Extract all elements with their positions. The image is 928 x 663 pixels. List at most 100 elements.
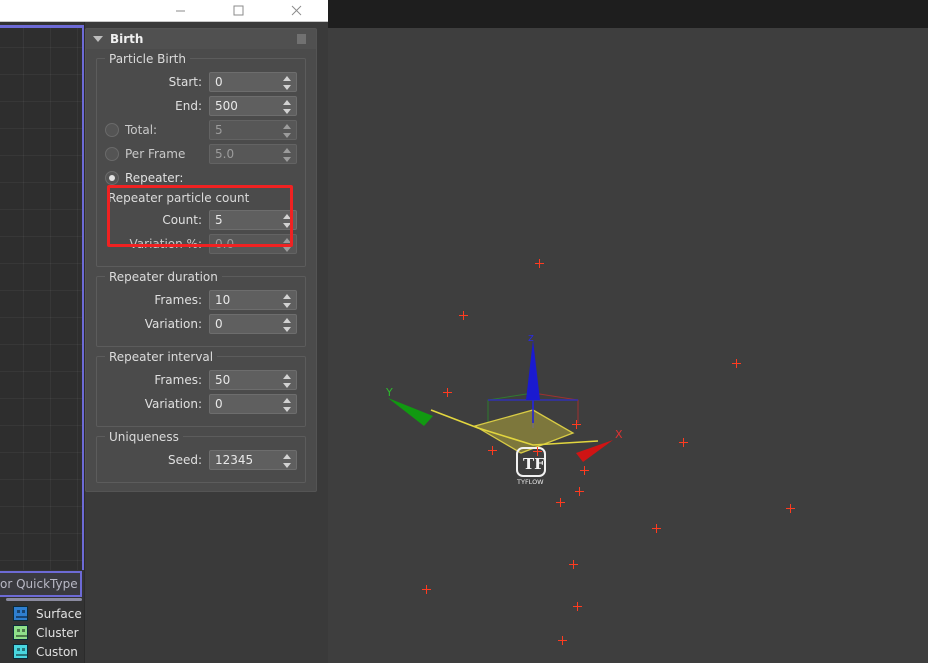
grip-dots-icon[interactable]: [297, 34, 306, 44]
spinner-field[interactable]: 5: [209, 210, 297, 230]
minimize-icon[interactable]: [157, 0, 203, 21]
operator-list-item[interactable]: Custon: [0, 642, 84, 661]
spinner-value: 0: [215, 397, 223, 411]
spinner-field[interactable]: 50: [209, 370, 297, 390]
window-title-bar: [0, 0, 328, 22]
operator-label: Custon: [36, 644, 78, 659]
parameter-row: Seed: 12345: [105, 449, 297, 471]
quicktype-hint: or QuickType: [0, 571, 82, 597]
group-uniqueness: Uniqueness Seed: 12345: [96, 430, 306, 483]
spinner-value: 50: [215, 373, 231, 387]
parameter-row: Frames: 10: [105, 289, 297, 311]
triangle-down-icon[interactable]: [93, 36, 103, 42]
rollout-groups: Particle Birth Start: 0 End: 500 Total: 5 Per F…: [86, 52, 316, 483]
spinner-value: 500: [215, 99, 238, 113]
radio-button[interactable]: [105, 147, 119, 161]
operator-list-item[interactable]: Surface: [0, 604, 84, 623]
group-repeater_duration: Repeater duration Frames: 10 Variation: 0: [96, 270, 306, 347]
svg-text:TYFLOW: TYFLOW: [516, 478, 544, 486]
spinner-arrows-icon[interactable]: [283, 374, 291, 388]
parameter-label: Per Frame: [125, 147, 186, 161]
rollout-header[interactable]: Birth: [86, 29, 316, 49]
parameter-row: Start: 0: [105, 71, 297, 93]
axis-gizmo: z Y X TF TYFLOW: [385, 331, 623, 486]
operator-label: Cluster: [36, 625, 79, 640]
spinner-field[interactable]: 0: [209, 72, 297, 92]
sub-section-label: Repeater particle count: [108, 191, 250, 205]
parameter-label: Count:: [162, 213, 202, 227]
spinner-value: 0: [215, 317, 223, 331]
spinner-value: 0.0: [215, 237, 235, 251]
spinner-value: 10: [215, 293, 231, 307]
spinner-arrows-icon[interactable]: [283, 398, 291, 412]
operator-list-item[interactable]: Cluster: [0, 623, 84, 642]
svg-text:X: X: [615, 428, 623, 441]
parameter-label: Seed:: [167, 453, 202, 467]
spinner-field[interactable]: 10: [209, 290, 297, 310]
spinner-field[interactable]: 5.0: [209, 144, 297, 164]
radio-button[interactable]: [105, 171, 119, 185]
group-label: Particle Birth: [105, 52, 190, 66]
parameter-label: Variation %:: [129, 237, 203, 251]
group-repeater_interval: Repeater interval Frames: 50 Variation: 0: [96, 350, 306, 427]
group-label: Uniqueness: [105, 430, 183, 444]
maximize-icon[interactable]: [215, 0, 261, 21]
parameter-row: Frames: 50: [105, 369, 297, 391]
birth-rollout: Birth Particle Birth Start: 0 End: 500 Total:…: [85, 28, 317, 492]
parameter-label: Start:: [168, 75, 202, 89]
parameter-row: Per Frame 5.0: [105, 143, 297, 165]
viewport[interactable]: z Y X TF TYFLOW: [328, 0, 928, 663]
svg-text:z: z: [528, 331, 534, 344]
spinner-arrows-icon[interactable]: [283, 100, 291, 114]
operator-list[interactable]: SurfaceClusterCustonFluid Pr: [0, 604, 84, 663]
parameter-row: Variation: 0: [105, 313, 297, 335]
spinner-arrows-icon[interactable]: [283, 76, 291, 90]
spinner-arrows-icon[interactable]: [283, 318, 291, 332]
spinner-value: 5: [215, 123, 223, 137]
spinner-value: 0: [215, 75, 223, 89]
spinner-value: 12345: [215, 453, 254, 467]
spinner-arrows-icon[interactable]: [283, 238, 291, 252]
parameter-label: Frames:: [154, 293, 202, 307]
parameter-row: Total: 5: [105, 119, 297, 141]
parameter-label: Total:: [125, 123, 158, 137]
spinner-arrows-icon[interactable]: [283, 124, 291, 138]
spinner-arrows-icon[interactable]: [283, 214, 291, 228]
surface-operator-icon: [13, 606, 28, 621]
left-dark-panel: or QuickType SurfaceClusterCustonFluid P…: [0, 22, 84, 663]
spinner-arrows-icon[interactable]: [283, 294, 291, 308]
cluster-operator-icon: [13, 625, 28, 640]
command-panel: Birth Particle Birth Start: 0 End: 500 Total:…: [84, 22, 328, 663]
parameter-row: Repeater:: [105, 167, 297, 189]
parameter-row: Variation: 0: [105, 393, 297, 415]
group-label: Repeater duration: [105, 270, 222, 284]
custom-properties-operator-icon: [13, 644, 28, 659]
radio-button[interactable]: [105, 123, 119, 137]
quicktype-underline: [6, 598, 82, 601]
group-label: Repeater interval: [105, 350, 218, 364]
parameter-row: End: 500: [105, 95, 297, 117]
spinner-arrows-icon[interactable]: [283, 454, 291, 468]
spinner-value: 5.0: [215, 147, 235, 161]
spinner-field[interactable]: 12345: [209, 450, 297, 470]
close-icon[interactable]: [273, 0, 319, 21]
group-particle_birth: Particle Birth Start: 0 End: 500 Total: 5 Per F…: [96, 52, 306, 267]
spinner-field[interactable]: 500: [209, 96, 297, 116]
parameter-label: Variation:: [144, 397, 202, 411]
parameter-label: Variation:: [144, 317, 202, 331]
spinner-field[interactable]: 0.0: [209, 234, 297, 254]
spinner-field[interactable]: 5: [209, 120, 297, 140]
viewport-canvas[interactable]: z Y X TF TYFLOW: [328, 28, 928, 663]
spinner-field[interactable]: 0: [209, 314, 297, 334]
spinner-field[interactable]: 0: [209, 394, 297, 414]
parameter-row: Variation %: 0.0: [105, 233, 297, 255]
spinner-arrows-icon[interactable]: [283, 148, 291, 162]
node-graph-grid[interactable]: [0, 25, 84, 570]
svg-text:TF: TF: [523, 455, 545, 473]
spinner-value: 5: [215, 213, 223, 227]
operator-label: Surface: [36, 606, 82, 621]
rollout-title: Birth: [110, 32, 144, 46]
parameter-label: Repeater:: [125, 171, 184, 185]
parameter-row: Count: 5: [105, 209, 297, 231]
svg-text:Y: Y: [385, 386, 393, 399]
